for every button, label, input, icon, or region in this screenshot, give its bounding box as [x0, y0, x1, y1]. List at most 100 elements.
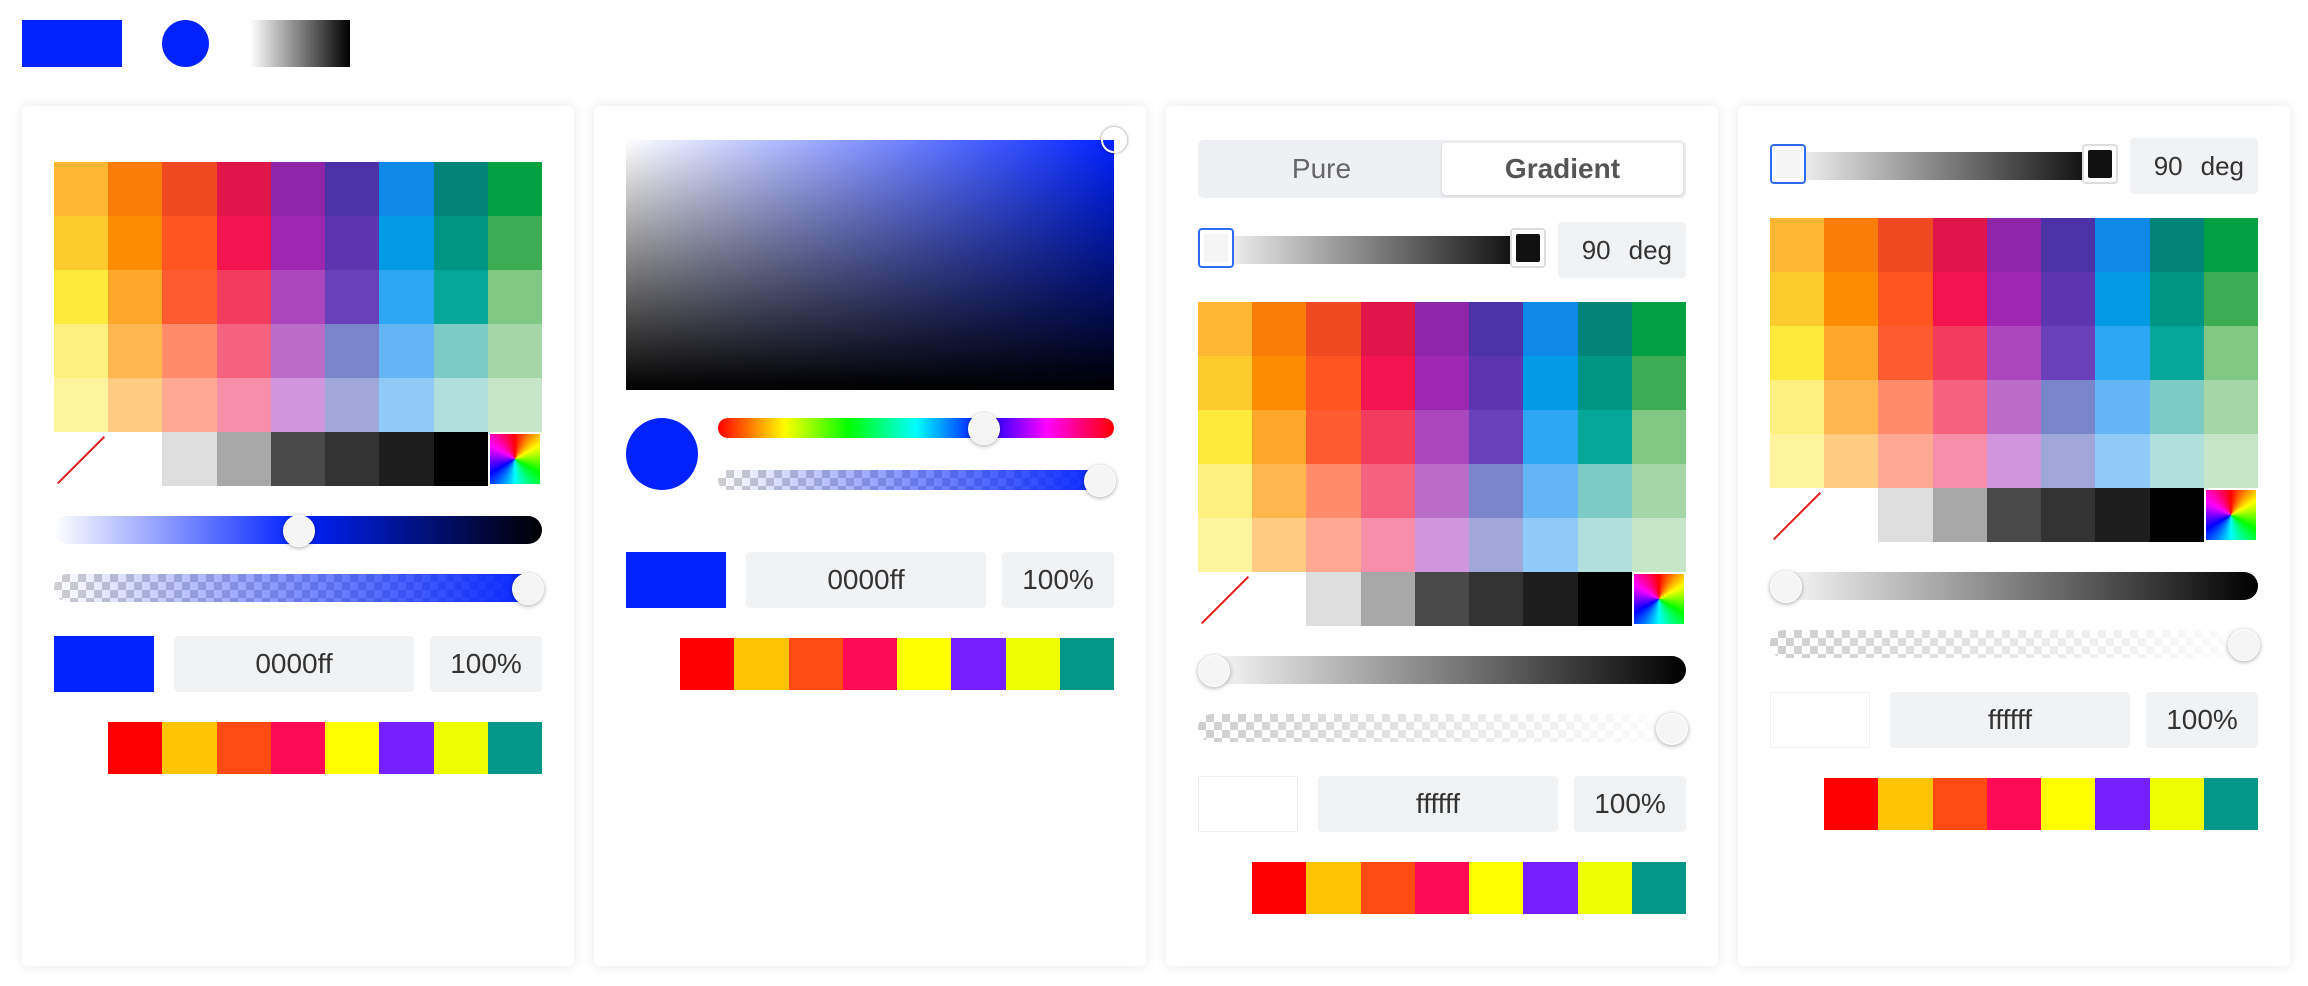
preset-swatch[interactable] [1770, 778, 1825, 830]
preset-swatch[interactable] [1469, 862, 1524, 914]
preset-swatch[interactable] [54, 722, 109, 774]
preset-swatch[interactable] [842, 638, 898, 690]
palette-swatch[interactable] [2203, 326, 2258, 380]
palette-swatch[interactable] [162, 162, 217, 216]
preset-swatch[interactable] [1523, 862, 1578, 914]
palette-swatch[interactable] [2203, 380, 2258, 434]
palette-swatch[interactable] [1523, 302, 1578, 356]
palette-swatch[interactable] [1577, 410, 1632, 464]
palette-swatch[interactable] [1986, 488, 2042, 542]
palette-swatch[interactable] [1198, 410, 1253, 464]
palette-swatch[interactable] [487, 216, 542, 270]
palette-swatch[interactable] [2095, 380, 2150, 434]
palette-swatch[interactable] [1523, 464, 1578, 518]
palette-swatch[interactable] [2095, 272, 2150, 326]
angle-input[interactable]: 90 deg [2130, 138, 2258, 194]
saturation-value-handle[interactable] [1101, 127, 1127, 153]
palette-swatch[interactable] [270, 162, 326, 216]
palette-swatch[interactable] [1770, 326, 1825, 380]
gradient-bar[interactable] [1770, 144, 2118, 186]
preset-swatch[interactable] [1005, 638, 1060, 690]
hue-slider[interactable] [718, 413, 1114, 445]
palette-swatch[interactable] [433, 324, 488, 378]
preset-swatch[interactable] [1986, 778, 2042, 830]
palette-swatch[interactable] [162, 270, 217, 324]
preset-swatch[interactable] [2149, 778, 2204, 830]
palette-swatch[interactable] [325, 162, 380, 216]
palette-swatch[interactable] [1198, 356, 1253, 410]
palette-swatch[interactable] [1986, 326, 2042, 380]
gradient-stop-end[interactable] [1510, 228, 1546, 268]
palette-swatch[interactable] [379, 378, 434, 432]
no-color-swatch[interactable] [54, 432, 109, 486]
palette-swatch[interactable] [1252, 518, 1307, 572]
palette-swatch[interactable] [1306, 572, 1361, 626]
preset-swatch[interactable] [1577, 862, 1632, 914]
palette-swatch[interactable] [1469, 464, 1524, 518]
preview-rectangle[interactable] [22, 20, 122, 67]
preset-swatch[interactable] [897, 638, 952, 690]
alpha-input[interactable]: 100% [1574, 776, 1686, 832]
preset-swatch[interactable] [734, 638, 789, 690]
no-color-swatch[interactable] [1198, 572, 1253, 626]
palette-swatch[interactable] [1986, 380, 2042, 434]
palette-swatch[interactable] [216, 324, 271, 378]
palette-swatch[interactable] [1198, 518, 1253, 572]
palette-swatch[interactable] [379, 216, 434, 270]
preset-swatch[interactable] [1878, 778, 1933, 830]
palette-swatch[interactable] [1523, 572, 1578, 626]
palette-swatch[interactable] [1469, 302, 1524, 356]
palette-swatch[interactable] [1932, 434, 1987, 488]
palette-swatch[interactable] [325, 378, 380, 432]
palette-swatch[interactable] [1932, 272, 1987, 326]
palette-swatch[interactable] [1414, 302, 1470, 356]
palette-swatch[interactable] [2149, 326, 2204, 380]
palette-swatch[interactable] [1824, 434, 1879, 488]
palette-swatch[interactable] [1986, 272, 2042, 326]
palette-swatch[interactable] [1577, 356, 1632, 410]
palette-swatch[interactable] [2041, 380, 2096, 434]
palette-swatch[interactable] [1878, 326, 1933, 380]
palette-swatch[interactable] [1824, 326, 1879, 380]
palette-swatch[interactable] [1824, 488, 1879, 542]
preset-swatch[interactable] [162, 722, 217, 774]
preset-swatch[interactable] [1824, 778, 1879, 830]
palette-swatch[interactable] [325, 216, 380, 270]
palette-swatch[interactable] [1252, 302, 1307, 356]
preset-swatch[interactable] [1198, 862, 1253, 914]
palette-swatch[interactable] [2095, 326, 2150, 380]
palette-swatch[interactable] [433, 378, 488, 432]
gradient-stop-start[interactable] [1770, 144, 1806, 184]
palette-swatch[interactable] [2095, 434, 2150, 488]
hex-input[interactable]: 0000ff [746, 552, 986, 608]
palette-swatch[interactable] [379, 432, 434, 486]
palette-swatch[interactable] [1414, 356, 1470, 410]
palette-swatch[interactable] [2149, 434, 2204, 488]
custom-color-swatch[interactable] [2203, 488, 2258, 542]
palette-swatch[interactable] [162, 432, 217, 486]
palette-swatch[interactable] [1577, 464, 1632, 518]
alpha-slider-thumb[interactable] [2228, 629, 2260, 661]
palette-swatch[interactable] [1932, 326, 1987, 380]
preset-swatch[interactable] [1360, 862, 1415, 914]
palette-swatch[interactable] [1631, 464, 1686, 518]
palette-swatch[interactable] [2095, 488, 2150, 542]
alpha-slider[interactable] [718, 470, 1114, 490]
preset-swatch[interactable] [1059, 638, 1114, 690]
palette-swatch[interactable] [1986, 218, 2042, 272]
palette-swatch[interactable] [487, 378, 542, 432]
palette-swatch[interactable] [1631, 302, 1686, 356]
palette-swatch[interactable] [162, 324, 217, 378]
palette-swatch[interactable] [1360, 572, 1415, 626]
lightness-slider[interactable] [54, 515, 542, 547]
palette-swatch[interactable] [1252, 464, 1307, 518]
palette-swatch[interactable] [1824, 272, 1879, 326]
palette-swatch[interactable] [1306, 518, 1361, 572]
alpha-input[interactable]: 100% [1002, 552, 1114, 608]
palette-swatch[interactable] [1360, 302, 1415, 356]
palette-swatch[interactable] [162, 216, 217, 270]
preset-swatch[interactable] [788, 638, 843, 690]
palette-swatch[interactable] [108, 216, 163, 270]
palette-swatch[interactable] [1198, 464, 1253, 518]
palette-swatch[interactable] [108, 378, 163, 432]
